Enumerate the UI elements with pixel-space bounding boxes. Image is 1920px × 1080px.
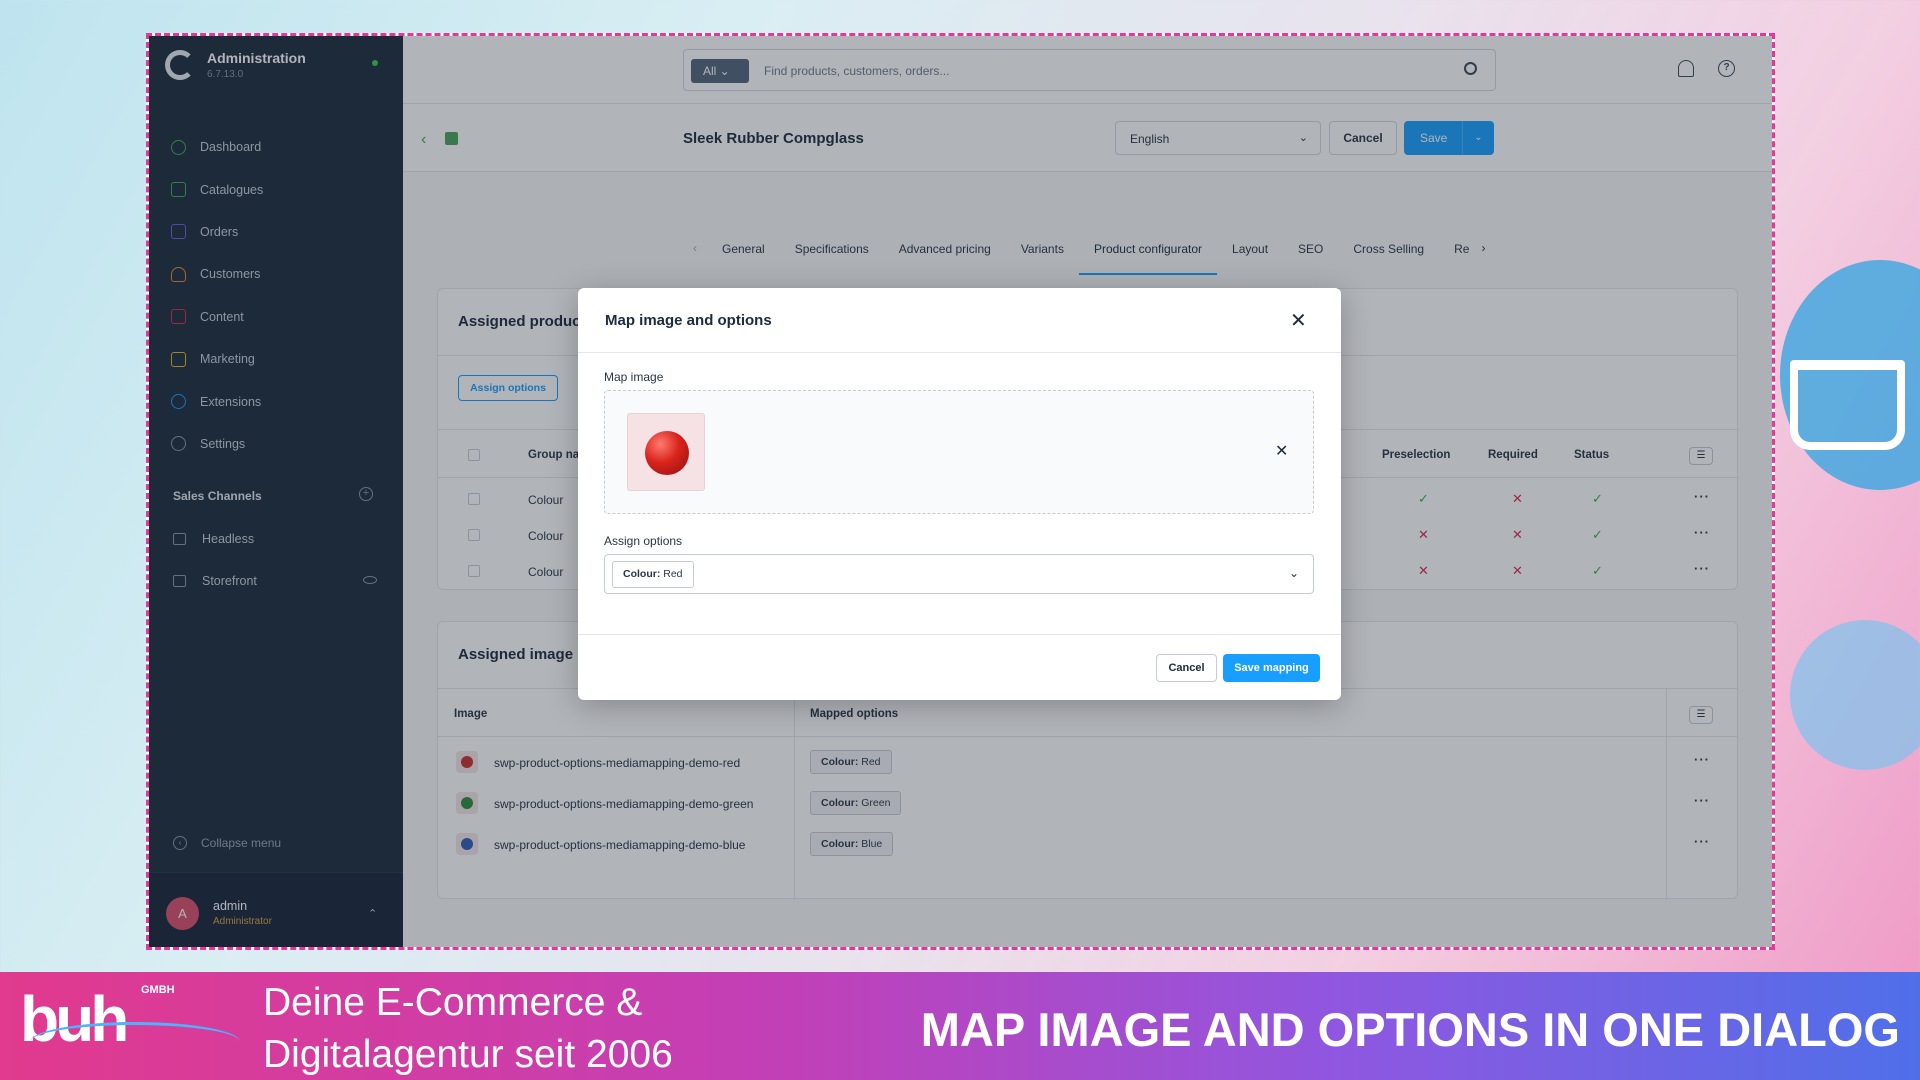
admin-window: Administration 6.7.13.0 Dashboard Catalo… bbox=[146, 33, 1775, 950]
map-image-label: Map image bbox=[604, 370, 664, 384]
logo-suffix: GMBH bbox=[141, 984, 175, 996]
background-decoration bbox=[1790, 620, 1920, 770]
image-preview bbox=[627, 413, 705, 491]
save-mapping-button[interactable]: Save mapping bbox=[1223, 654, 1320, 682]
tagline-line-1: Deine E-Commerce & bbox=[263, 981, 643, 1024]
banner-headline: MAP IMAGE AND OPTIONS IN ONE DIALOG bbox=[920, 1003, 1900, 1056]
cart-icon bbox=[1790, 360, 1905, 450]
remove-image-icon[interactable]: ✕ bbox=[1275, 441, 1288, 461]
divider bbox=[578, 634, 1341, 635]
dialog-title: Map image and options bbox=[605, 312, 772, 329]
cancel-button[interactable]: Cancel bbox=[1156, 654, 1217, 682]
red-ball-image bbox=[645, 431, 689, 475]
close-icon[interactable]: ✕ bbox=[1290, 308, 1307, 333]
assign-options-label: Assign options bbox=[604, 534, 683, 548]
tag-value: Red bbox=[663, 568, 683, 580]
tag-group: Colour: bbox=[623, 568, 661, 580]
image-dropzone[interactable]: ✕ bbox=[604, 390, 1314, 514]
divider bbox=[578, 352, 1341, 353]
tagline-line-2: Digitalagentur seit 2006 bbox=[263, 1033, 673, 1076]
assign-options-select[interactable]: Colour: Red ⌄ bbox=[604, 554, 1314, 594]
chevron-down-icon[interactable]: ⌄ bbox=[1289, 566, 1299, 580]
map-image-dialog: Map image and options ✕ Map image ✕ Assi… bbox=[578, 288, 1341, 700]
logo-swoosh-icon bbox=[30, 1022, 240, 1062]
promo-banner: buh GMBH Deine E-Commerce & Digitalagent… bbox=[0, 972, 1920, 1080]
selected-option-tag[interactable]: Colour: Red bbox=[612, 561, 694, 588]
tagline: Deine E-Commerce & Digitalagentur seit 2… bbox=[263, 977, 673, 1080]
